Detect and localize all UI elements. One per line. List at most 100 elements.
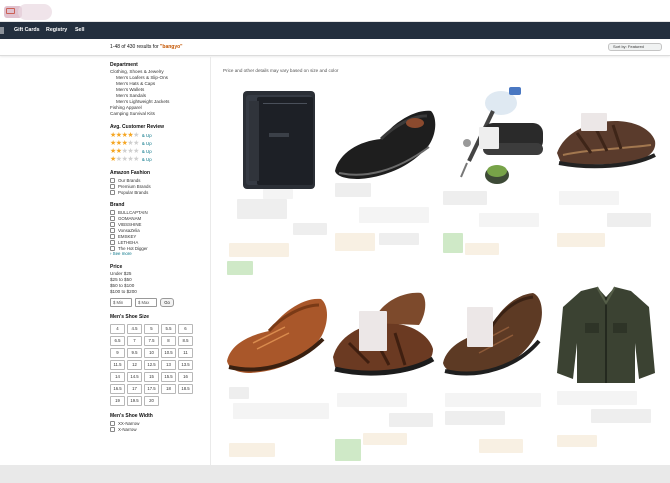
price-go-button[interactable]: Go xyxy=(160,298,174,307)
loafer-shoe-icon[interactable] xyxy=(329,83,439,193)
nav-sell[interactable]: Sell xyxy=(75,27,84,33)
product-card[interactable] xyxy=(439,283,549,479)
checkbox-filter-row[interactable]: X-Narrow xyxy=(110,426,206,432)
shoe-size-button[interactable]: 7 xyxy=(127,336,142,346)
nav-gift-cards[interactable]: Gift Cards xyxy=(14,27,40,33)
product-title-redacted xyxy=(557,391,637,405)
product-rating-redacted xyxy=(335,233,375,251)
product-price-redacted xyxy=(227,261,253,275)
shoe-size-button[interactable]: 17 xyxy=(127,384,142,394)
product-card[interactable] xyxy=(551,283,661,479)
checkbox[interactable] xyxy=(110,245,115,251)
rating-filter-row[interactable]: ★★★★★ & Up xyxy=(110,155,206,163)
brand-title: Brand xyxy=(110,202,125,208)
checkbox[interactable] xyxy=(110,420,115,426)
rating-filter-row[interactable]: ★★★★★ & Up xyxy=(110,131,206,139)
product-title-redacted xyxy=(293,223,327,235)
department-list: Clothing, Shoes & Jewelry Men's Loafers &… xyxy=(110,69,206,117)
product-badge-redacted xyxy=(263,189,293,199)
product-card[interactable] xyxy=(223,283,333,479)
checkbox-filter-row[interactable]: Popular Brands xyxy=(110,189,206,195)
review-list: ★★★★★ & Up ★★★★★ & Up ★★★★★ & Up ★★★★★ & Up xyxy=(110,131,206,163)
checkbox[interactable] xyxy=(110,183,115,189)
shoe-size-button[interactable]: 6 xyxy=(178,324,193,334)
shoe-size-button[interactable]: 13.5 xyxy=(178,360,193,370)
product-title-redacted xyxy=(233,403,329,419)
nav-registry[interactable]: Registry xyxy=(46,27,67,33)
sort-dropdown[interactable]: Sort by: Featured xyxy=(608,43,662,51)
leather-shoe-icon[interactable] xyxy=(223,283,333,393)
shoe-size-button[interactable]: 17.5 xyxy=(144,384,159,394)
product-card[interactable] xyxy=(439,83,549,279)
brown-boot-shoe-icon[interactable] xyxy=(439,283,549,393)
shoe-size-button[interactable]: 9.5 xyxy=(127,348,142,358)
checkbox[interactable] xyxy=(110,426,115,432)
shoe-size-button[interactable]: 20 xyxy=(144,396,159,406)
product-overlay-redacted xyxy=(581,113,607,131)
shoe-size-button[interactable]: 12 xyxy=(127,360,142,370)
shoe-size-button[interactable]: 10 xyxy=(144,348,159,358)
shoe-size-button[interactable]: 15.5 xyxy=(161,372,176,382)
shoe-size-button[interactable]: 5.5 xyxy=(161,324,176,334)
price-title: Price xyxy=(110,264,123,270)
shoe-size-button[interactable]: 11 xyxy=(178,348,193,358)
shoe-size-button[interactable]: 13 xyxy=(161,360,176,370)
product-rating-redacted xyxy=(557,435,597,447)
product-title-redacted xyxy=(335,183,371,197)
rating-and-up-label: & Up xyxy=(141,132,152,138)
rating-filter-row[interactable]: ★★★★★ & Up xyxy=(110,147,206,155)
shoe-size-button[interactable]: 19 xyxy=(110,396,125,406)
checkbox[interactable] xyxy=(110,189,115,195)
shoe-size-button[interactable]: 6.5 xyxy=(110,336,125,346)
product-rating-redacted xyxy=(229,443,275,457)
top-header xyxy=(0,0,670,22)
shoe-size-button[interactable]: 7.5 xyxy=(144,336,159,346)
jacket-icon[interactable] xyxy=(551,283,661,393)
checkbox[interactable] xyxy=(110,209,115,215)
shoe-size-button[interactable]: 4.5 xyxy=(127,324,142,334)
price-min-input[interactable]: $ Min xyxy=(110,298,132,307)
price-range-link[interactable]: $100 to $200 xyxy=(110,289,206,295)
checkbox[interactable] xyxy=(110,239,115,245)
checkbox[interactable] xyxy=(110,233,115,239)
header-redacted-area xyxy=(18,4,52,20)
brand-list: BULLCAPTAIN GOMANAM VIBSSHINE VonsaZelia EMS… xyxy=(110,209,206,251)
shoe-size-button[interactable]: 14 xyxy=(110,372,125,382)
star-rating-icon: ★★★★★ xyxy=(110,147,139,155)
product-rating-redacted xyxy=(363,433,407,445)
shoe-size-button[interactable]: 14.5 xyxy=(127,372,142,382)
shoe-size-button[interactable]: 12.5 xyxy=(144,360,159,370)
results-prefix: 1-48 of 430 results for xyxy=(110,44,161,50)
product-card[interactable] xyxy=(329,283,439,479)
checkbox-label: EMSKEY xyxy=(118,233,137,239)
price-max-input[interactable]: $ Max xyxy=(135,298,157,307)
product-card[interactable] xyxy=(329,83,439,279)
checkbox[interactable] xyxy=(110,177,115,183)
product-price-redacted xyxy=(335,439,361,461)
shoe-size-button[interactable]: 19.5 xyxy=(127,396,142,406)
shoe-size-button[interactable]: 11.5 xyxy=(110,360,125,370)
shoe-size-button[interactable]: 10.5 xyxy=(161,348,176,358)
shoe-size-button[interactable]: 8 xyxy=(161,336,176,346)
checkbox[interactable] xyxy=(110,221,115,227)
shoe-size-button[interactable]: 5 xyxy=(144,324,159,334)
shoe-size-button[interactable]: 4 xyxy=(110,324,125,334)
product-title-redacted xyxy=(443,191,487,205)
checkbox-label: GOMANAM xyxy=(118,215,142,221)
department-link[interactable]: Camping Survival Kits xyxy=(110,111,206,117)
shoe-size-button[interactable]: 15 xyxy=(144,372,159,382)
checkbox[interactable] xyxy=(110,215,115,221)
product-card[interactable] xyxy=(223,83,333,279)
checkbox[interactable] xyxy=(110,227,115,233)
shoe-size-button[interactable]: 18 xyxy=(161,384,176,394)
shoe-size-button[interactable]: 9 xyxy=(110,348,125,358)
product-card[interactable] xyxy=(551,83,661,279)
shoe-size-button[interactable]: 18.5 xyxy=(178,384,193,394)
rating-filter-row[interactable]: ★★★★★ & Up xyxy=(110,139,206,147)
shoe-size-button[interactable]: 16 xyxy=(178,372,193,382)
leather-sandal-icon[interactable] xyxy=(551,83,661,193)
brand-see-more-link[interactable]: › See more xyxy=(110,251,206,257)
wallet-icon[interactable] xyxy=(223,83,333,193)
shoe-size-button[interactable]: 16.5 xyxy=(110,384,125,394)
shoe-size-button[interactable]: 8.5 xyxy=(178,336,193,346)
